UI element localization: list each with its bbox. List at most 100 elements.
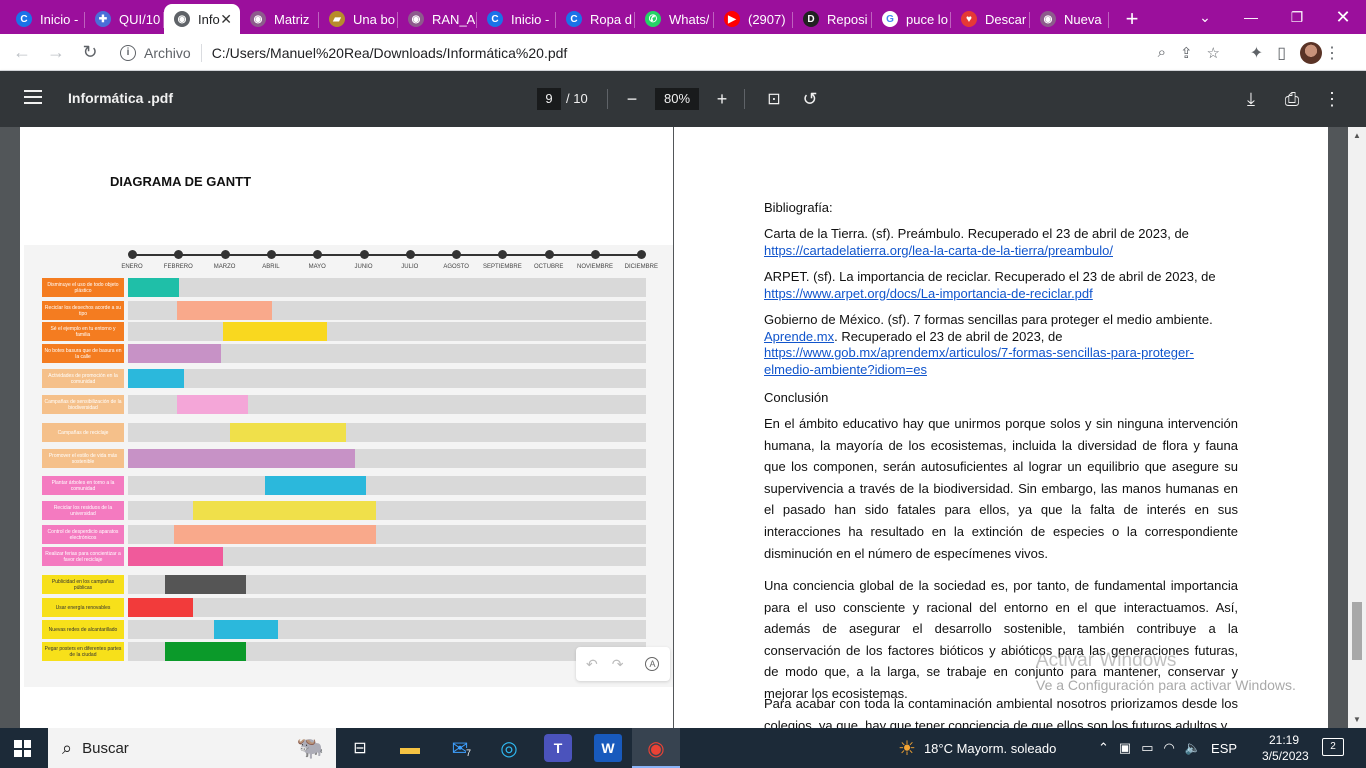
timeline-dot — [637, 250, 647, 259]
browser-tab[interactable]: ◉ RAN_A — [398, 4, 477, 34]
chevron-up-icon[interactable]: ⌃ — [1098, 740, 1109, 756]
more-options-icon[interactable]: ⋮ — [1320, 87, 1344, 111]
new-tab-button[interactable]: + — [1115, 4, 1149, 34]
star-icon[interactable]: ☆ — [1207, 44, 1220, 62]
taskbar-search[interactable]: ⌕ Buscar 🐃 — [48, 728, 336, 768]
menu-icon[interactable]: ⋮ — [1324, 43, 1340, 63]
scrollbar-thumb[interactable] — [1352, 602, 1362, 660]
reference-line: Aprende.mx. Recuperado el 23 de abril de… — [764, 329, 1238, 346]
weather-widget[interactable]: ☀ 18°C Mayorm. soleado — [898, 728, 1056, 768]
month-label: ENERO — [121, 264, 143, 270]
language-indicator[interactable]: ESP — [1211, 741, 1237, 756]
timeline-dot — [544, 250, 554, 259]
minimize-button[interactable]: — — [1228, 0, 1274, 34]
word-icon[interactable]: W — [594, 734, 622, 762]
zoom-input[interactable]: 80% — [655, 88, 699, 110]
task-bar — [229, 423, 346, 442]
zoom-icon[interactable]: ⌕ — [1158, 44, 1166, 61]
close-tab-icon[interactable]: ✕ — [220, 11, 232, 28]
browser-tab[interactable]: ◉ Matriz — [240, 4, 319, 34]
browser-tab[interactable]: ◉ Nueva — [1030, 4, 1109, 34]
info-icon[interactable]: i — [120, 44, 136, 61]
reference-text: ARPET. (sf). La importancia de reciclar.… — [764, 269, 1216, 284]
url-text[interactable]: C:/Users/Manuel%20Rea/Downloads/Informát… — [212, 45, 568, 61]
side-panel-icon[interactable]: ▯ — [1277, 43, 1286, 63]
browser-tab[interactable]: ▶ (2907) — [714, 4, 793, 34]
avatar[interactable] — [1300, 41, 1322, 64]
browser-tab[interactable]: C Inicio - — [477, 4, 556, 34]
annotate-icon[interactable]: A — [645, 657, 660, 671]
annotation-toolbar: ↶ ↷ A — [576, 647, 670, 681]
browser-tab[interactable]: ✚ QUI/10 — [85, 4, 164, 34]
timeline-dot — [452, 250, 462, 259]
zoom-out-button[interactable]: − — [620, 87, 644, 111]
wifi-icon[interactable]: ◠ — [1164, 740, 1175, 756]
download-icon[interactable]: ⤓ — [1239, 87, 1263, 111]
task-row-track — [128, 620, 646, 639]
close-window-button[interactable]: ✕ — [1320, 0, 1366, 34]
address-bar[interactable]: i Archivo C:/Users/Manuel%20Rea/Download… — [108, 38, 1228, 67]
volume-icon[interactable]: 🔈 — [1185, 740, 1201, 756]
forward-button[interactable]: → — [40, 36, 72, 68]
timeline-dot — [313, 250, 323, 259]
c-logo-icon: C — [487, 11, 503, 27]
browser-tab[interactable]: C Inicio - — [6, 4, 85, 34]
extensions-icon[interactable]: ✦ — [1250, 43, 1263, 63]
file-explorer-icon[interactable]: ▬ — [396, 734, 424, 762]
browser-tab[interactable]: ✆ Whats/ — [635, 4, 714, 34]
reference-link[interactable]: https://www.gob.mx/aprendemx/articulos/7… — [764, 345, 1238, 378]
reload-button[interactable]: ↻ — [74, 36, 106, 68]
back-button[interactable]: ← — [6, 36, 38, 68]
battery-icon[interactable]: ▭ — [1141, 740, 1153, 756]
browser-tab[interactable]: C Ropa d — [556, 4, 635, 34]
browser-tab[interactable]: ▰ Una bo — [319, 4, 398, 34]
task-bar — [213, 620, 279, 639]
book-icon: ▰ — [329, 11, 345, 27]
tab-label: Whats/ — [669, 11, 710, 27]
chrome-icon[interactable]: ◉ — [642, 734, 670, 762]
youtube-icon: ▶ — [724, 11, 740, 27]
fit-page-icon[interactable]: ⊡ — [762, 87, 786, 111]
timeline-dot — [405, 250, 415, 259]
paragraph: Para acabar con toda la contaminación am… — [764, 696, 1238, 728]
teams-icon[interactable]: T — [544, 734, 572, 762]
undo-icon[interactable]: ↶ — [586, 656, 598, 673]
scrollbar[interactable]: ▲ ▼ — [1348, 127, 1366, 728]
month-label: DICIEMBRE — [624, 264, 658, 270]
clock[interactable]: 21:19 3/5/2023 — [1262, 732, 1309, 764]
task-bar — [176, 301, 272, 320]
task-label: Actividades de promoción en la comunidad — [42, 369, 124, 388]
tab-label: RAN_A — [432, 11, 476, 27]
browser-tab[interactable]: D Reposi — [793, 4, 872, 34]
page-number-input[interactable]: 9 — [537, 88, 561, 110]
zoom-in-button[interactable]: + — [710, 87, 734, 111]
device-icon[interactable]: ▣ — [1119, 740, 1131, 756]
redo-icon[interactable]: ↷ — [612, 656, 624, 673]
file-chip: Archivo — [144, 44, 191, 61]
task-view-icon[interactable]: ⊟ — [346, 734, 374, 762]
hamburger-menu-icon[interactable] — [24, 90, 42, 104]
page-total: / 10 — [566, 91, 588, 106]
browser-tab[interactable]: Gpuce lo — [872, 4, 951, 34]
pdf-viewer[interactable]: DIAGRAMA DE GANTT ENERO FEBRERO MARZO ABRIL… — [0, 127, 1366, 728]
rotate-icon[interactable]: ↺ — [798, 87, 822, 111]
tab-list: C Inicio - ✚ QUI/10 ◉ Info ✕ ◉ Matriz ▰ Una bo ◉ RAN… — [0, 4, 1109, 34]
tab-label: Una bo — [353, 11, 395, 27]
scroll-down-icon[interactable]: ▼ — [1353, 715, 1361, 724]
notifications-icon[interactable]: 2 — [1322, 738, 1344, 756]
print-icon[interactable]: ⎙ — [1280, 87, 1304, 111]
reference-link[interactable]: https://www.arpet.org/docs/La-importanci… — [764, 286, 1238, 303]
task-row-track — [128, 423, 646, 442]
tab-search-icon[interactable]: ⌄ — [1182, 0, 1228, 34]
restore-button[interactable]: ❐ — [1274, 0, 1320, 34]
reference-link[interactable]: Aprende.mx — [764, 329, 834, 344]
windows-start-icon[interactable] — [14, 740, 31, 757]
browser-tab[interactable]: ♥ Descar — [951, 4, 1030, 34]
browser-tab[interactable]: ◉ Info ✕ — [164, 4, 240, 34]
reference-link[interactable]: https://cartadelatierra.org/lea-la-carta… — [764, 243, 1238, 260]
share-icon[interactable]: ⇪ — [1180, 44, 1193, 62]
task-label: Reciclar los desechos acorde a su tipo — [42, 301, 124, 320]
weather-sun-icon: ☀ — [898, 737, 916, 760]
edge-icon[interactable]: ◎ — [495, 734, 523, 762]
scroll-up-icon[interactable]: ▲ — [1353, 131, 1361, 140]
